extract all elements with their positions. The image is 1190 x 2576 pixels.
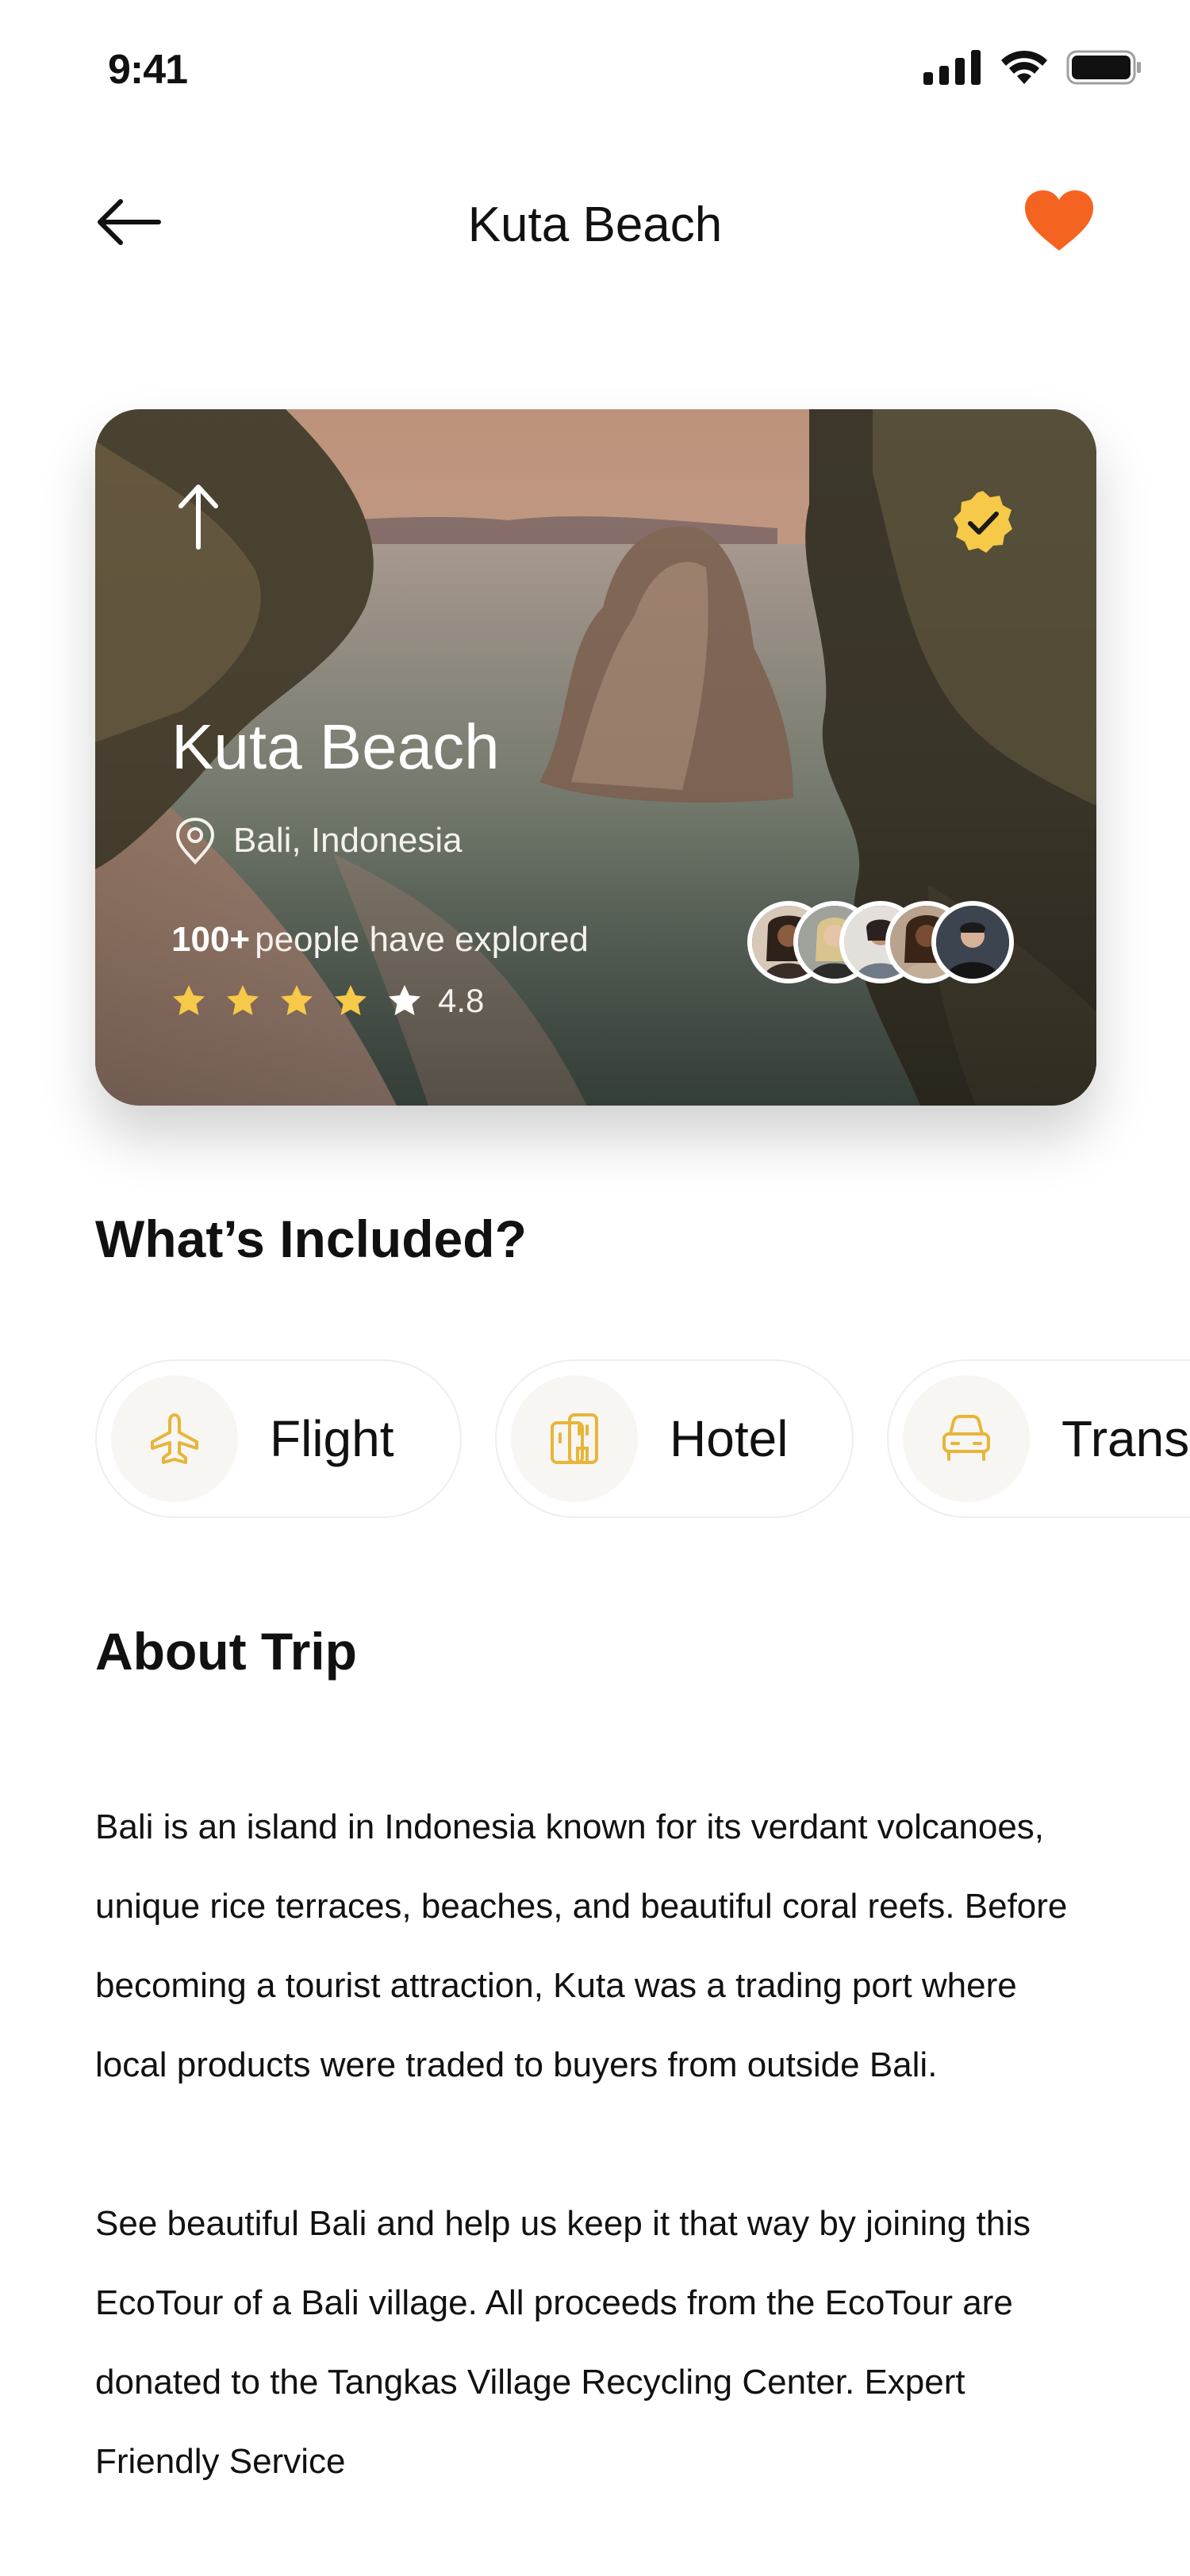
star-icon [281, 985, 313, 1015]
arrow-up-icon[interactable] [175, 481, 222, 552]
included-item-transport[interactable]: Transport [887, 1359, 1190, 1518]
included-icon-wrap [511, 1375, 638, 1502]
avatar [931, 901, 1014, 983]
included-item-hotel[interactable]: Hotel [495, 1359, 854, 1518]
destination-location: Bali, Indonesia [175, 817, 463, 864]
star-icon [389, 985, 420, 1015]
explored-number: 100+ [171, 920, 251, 959]
car-icon [942, 1415, 990, 1461]
status-time: 9:41 [108, 47, 188, 93]
included-item-label: Hotel [670, 1410, 789, 1467]
rating: 4.8 [171, 982, 484, 1020]
explored-count: 100+ people have explored [171, 920, 589, 960]
verified-badge-icon [954, 491, 1012, 553]
rating-value: 4.8 [438, 982, 485, 1019]
location-text: Bali, Indonesia [233, 821, 463, 860]
included-item-label: Flight [270, 1410, 394, 1467]
about-description: Bali is an island in Indonesia known for… [95, 1788, 1095, 2501]
about-paragraph: Bali is an island in Indonesia known for… [95, 1807, 1068, 2084]
signal-icon [923, 50, 981, 85]
heart-icon [1025, 190, 1093, 251]
included-icon-wrap [111, 1375, 238, 1502]
status-icons [923, 49, 1142, 86]
battery-icon [1066, 50, 1141, 85]
about-section-title: About Trip [95, 1622, 357, 1681]
visitor-avatars[interactable] [747, 901, 1017, 983]
favorite-button[interactable] [1023, 189, 1103, 268]
location-pin-icon [175, 817, 215, 864]
included-list: Flight Hotel Transport [95, 1359, 1190, 1518]
wifi-icon [1001, 50, 1047, 84]
destination-title: Kuta Beach [171, 711, 500, 782]
page-title: Kuta Beach [467, 197, 723, 252]
explored-label: people have explored [255, 920, 589, 959]
destination-card[interactable]: Kuta Beach Bali, Indonesia 100+ people ha… [95, 409, 1096, 1106]
star-icon [173, 985, 205, 1015]
header: Kuta Beach [0, 167, 1190, 286]
included-icon-wrap [903, 1375, 1030, 1502]
hotel-icon [551, 1413, 598, 1464]
included-section-title: What’s Included? [95, 1209, 527, 1268]
star-icon [227, 985, 259, 1015]
about-paragraph: See beautiful Bali and help us keep it t… [95, 2204, 1031, 2481]
included-item-label: Transport [1061, 1410, 1190, 1467]
airplane-icon [151, 1413, 198, 1464]
included-item-flight[interactable]: Flight [95, 1359, 462, 1518]
status-bar: 9:41 [0, 0, 1190, 143]
star-icon [335, 985, 367, 1015]
